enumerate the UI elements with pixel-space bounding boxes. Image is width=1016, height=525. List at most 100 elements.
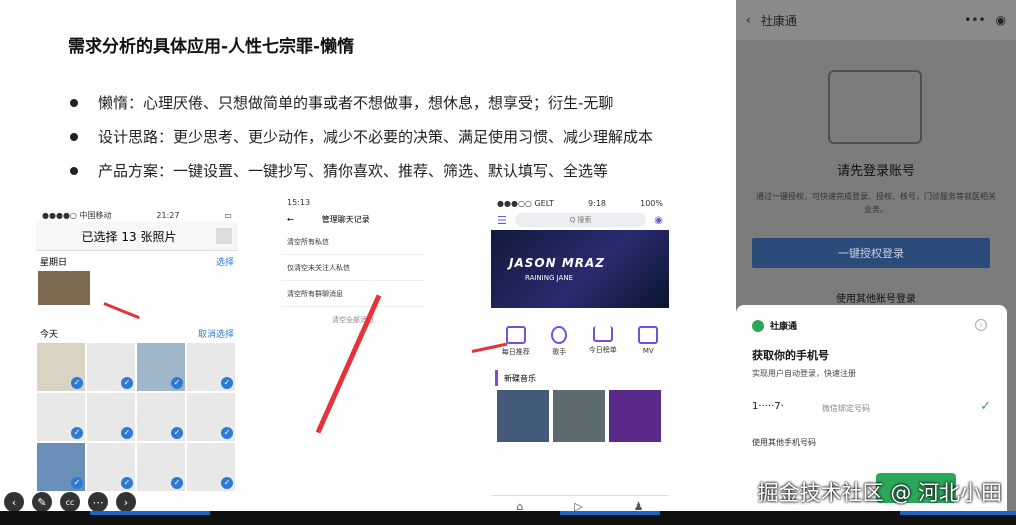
- info-icon[interactable]: i: [975, 319, 987, 331]
- photo-tile[interactable]: ✓: [137, 393, 185, 441]
- check-icon: ✓: [121, 377, 133, 389]
- calendar-icon: [505, 326, 526, 344]
- today-row: 今天 取消选择: [36, 323, 238, 343]
- search-input[interactable]: Q 搜索: [514, 213, 647, 227]
- caption-icon[interactable]: cc: [60, 492, 80, 512]
- battery-icon: ▭: [224, 210, 232, 220]
- bullet-list: 懒惰：心理厌倦、只想做简单的事或者不想做事，想休息，想享受；衍生-无聊 设计思路…: [68, 92, 653, 194]
- photo-grid: ✓ ✓ ✓ ✓ ✓ ✓ ✓ ✓ ✓ ✓ ✓ ✓: [36, 343, 238, 491]
- list-item[interactable]: 清空所有私信: [281, 229, 425, 255]
- deselect-link[interactable]: 取消选择: [198, 327, 234, 340]
- photo-tile[interactable]: ✓: [37, 393, 85, 441]
- phone-number[interactable]: 1·····7·: [752, 401, 784, 412]
- bullet-item: 懒惰：心理厌倦、只想做简单的事或者不想做事，想休息，想享受；衍生-无聊: [68, 92, 653, 126]
- bars-icon: [592, 326, 613, 342]
- banner[interactable]: JASON MRAZ RAINING JANE: [491, 230, 669, 308]
- chat-manage-title: 管理聊天记录: [321, 214, 370, 224]
- watermark: 掘金技术社区 @ 河北小田: [757, 481, 1002, 505]
- slide-title: 需求分析的具体应用-人性七宗罪-懒惰: [68, 37, 355, 57]
- login-description: 通过一键授权，可快速完成登录、授权、核号，门诊服务等就医相关业务。: [756, 192, 996, 214]
- microphone-icon: [551, 326, 568, 344]
- bullet-item: 设计思路：更少思考、更少动作，减少不必要的决策、满足使用习惯、减少理解成本: [68, 126, 653, 160]
- check-icon: ✓: [221, 377, 233, 389]
- check-icon: ✓: [980, 399, 991, 414]
- check-icon: ✓: [221, 427, 233, 439]
- app-name: 社康通: [770, 322, 798, 332]
- clear-all-button[interactable]: 清空全部消息: [281, 307, 425, 333]
- selection-title: 已选择 13 张照片: [81, 229, 177, 244]
- section-title: 新碟音乐: [495, 370, 669, 386]
- album-cards: [491, 386, 669, 446]
- pen-icon[interactable]: ✎: [32, 492, 52, 512]
- photo-thumb[interactable]: [38, 271, 90, 305]
- photo-tile[interactable]: ✓: [37, 443, 85, 491]
- more-icon[interactable]: ⋯: [88, 492, 108, 512]
- nav-bar: 已选择 13 张照片: [36, 222, 238, 251]
- list-item[interactable]: 清空所有群聊消息: [281, 281, 425, 307]
- bind-label: 微信绑定号码: [822, 404, 870, 413]
- tab-label: 歌手: [552, 348, 567, 356]
- tab-singer[interactable]: 歌手: [551, 326, 568, 370]
- check-icon: ✓: [71, 427, 83, 439]
- check-icon: ✓: [171, 477, 183, 489]
- sheet-subtitle: 实现用户自动登录，快速注册: [752, 369, 856, 378]
- check-icon: ✓: [221, 477, 233, 489]
- photo-tile[interactable]: ✓: [187, 393, 235, 441]
- forward-icon[interactable]: ›: [116, 492, 136, 512]
- tab-label: 每日推荐: [501, 348, 530, 356]
- nav-bar: ← 管理聊天记录: [281, 209, 425, 229]
- one-click-login-button[interactable]: 一键授权登录: [752, 238, 990, 268]
- photo-tile[interactable]: ✓: [137, 343, 185, 391]
- banner-title: JASON MRAZ: [509, 256, 605, 270]
- login-prompt: 请先登录账号: [836, 164, 915, 179]
- photo-tile[interactable]: ✓: [187, 443, 235, 491]
- banner-subtitle: RAINING JANE: [525, 274, 574, 282]
- tab-mv[interactable]: MV: [638, 326, 659, 370]
- photo-tile[interactable]: ✓: [87, 443, 135, 491]
- back-icon[interactable]: ‹: [4, 492, 24, 512]
- check-icon: ✓: [121, 477, 133, 489]
- tab-label: 今日榜单: [588, 346, 617, 354]
- status-time: 15:13: [287, 197, 311, 207]
- music-app-screenshot: ●●●○○ GELT 9:18 100% ☰ Q 搜索 ◉ JASON MRAZ…: [491, 196, 669, 516]
- carrier-label: ●●●○○ GELT: [497, 198, 554, 208]
- tab-charts[interactable]: 今日榜单: [589, 326, 617, 370]
- album-card[interactable]: [497, 390, 549, 442]
- bullet-item: 产品方案：一键设置、一键抄写、猜你喜欢、推荐、筛选、默认填写、全选等: [68, 160, 653, 194]
- more-icon[interactable]: •••: [964, 13, 985, 27]
- photo-select-screenshot: ●●●●○ 中国移动 21:27 ▭ 已选择 13 张照片 星期日 选择 今天 …: [36, 208, 238, 496]
- status-bar: 15:13: [281, 195, 425, 209]
- photo-tile[interactable]: ✓: [87, 393, 135, 441]
- quick-tabs: 每日推荐 歌手 今日榜单 MV: [491, 308, 669, 370]
- video-progress-bar[interactable]: [0, 511, 1016, 525]
- list-item[interactable]: 仅清空未关注人私信: [281, 255, 425, 281]
- app-title: 社康通: [760, 13, 797, 28]
- back-arrow-icon[interactable]: ←: [287, 215, 294, 224]
- tab-daily[interactable]: 每日推荐: [502, 326, 530, 370]
- photo-tile[interactable]: ✓: [137, 443, 185, 491]
- album-card[interactable]: [553, 390, 605, 442]
- back-icon[interactable]: ‹: [746, 13, 751, 27]
- photo-tile[interactable]: ✓: [37, 343, 85, 391]
- thumb-placeholder: [216, 228, 232, 244]
- check-icon: ✓: [71, 477, 83, 489]
- use-other-number-link[interactable]: 使用其他手机号码: [752, 437, 816, 448]
- nav-bar: ‹ 社康通 ••• ◉: [736, 0, 1016, 40]
- player-controls: ‹ ✎ cc ⋯ ›: [4, 492, 136, 512]
- status-time: 9:18: [588, 198, 607, 208]
- presentation-slide: 需求分析的具体应用-人性七宗罪-懒惰 懒惰：心理厌倦、只想做简单的事或者不想做事…: [0, 0, 736, 516]
- album-card[interactable]: [609, 390, 661, 442]
- select-link[interactable]: 选择: [216, 255, 234, 268]
- other-account-link[interactable]: 使用其他账号登录: [736, 290, 1016, 305]
- menu-icon[interactable]: ☰: [497, 214, 507, 227]
- tab-label: MV: [642, 347, 654, 355]
- check-icon: ✓: [121, 427, 133, 439]
- check-icon: ✓: [171, 377, 183, 389]
- close-icon[interactable]: ◉: [996, 13, 1006, 27]
- voice-icon[interactable]: ◉: [654, 215, 663, 226]
- photo-tile[interactable]: ✓: [87, 343, 135, 391]
- check-icon: ✓: [71, 377, 83, 389]
- date-label: 星期日: [40, 257, 68, 268]
- app-header: 社康通: [752, 319, 797, 332]
- photo-tile[interactable]: ✓: [187, 343, 235, 391]
